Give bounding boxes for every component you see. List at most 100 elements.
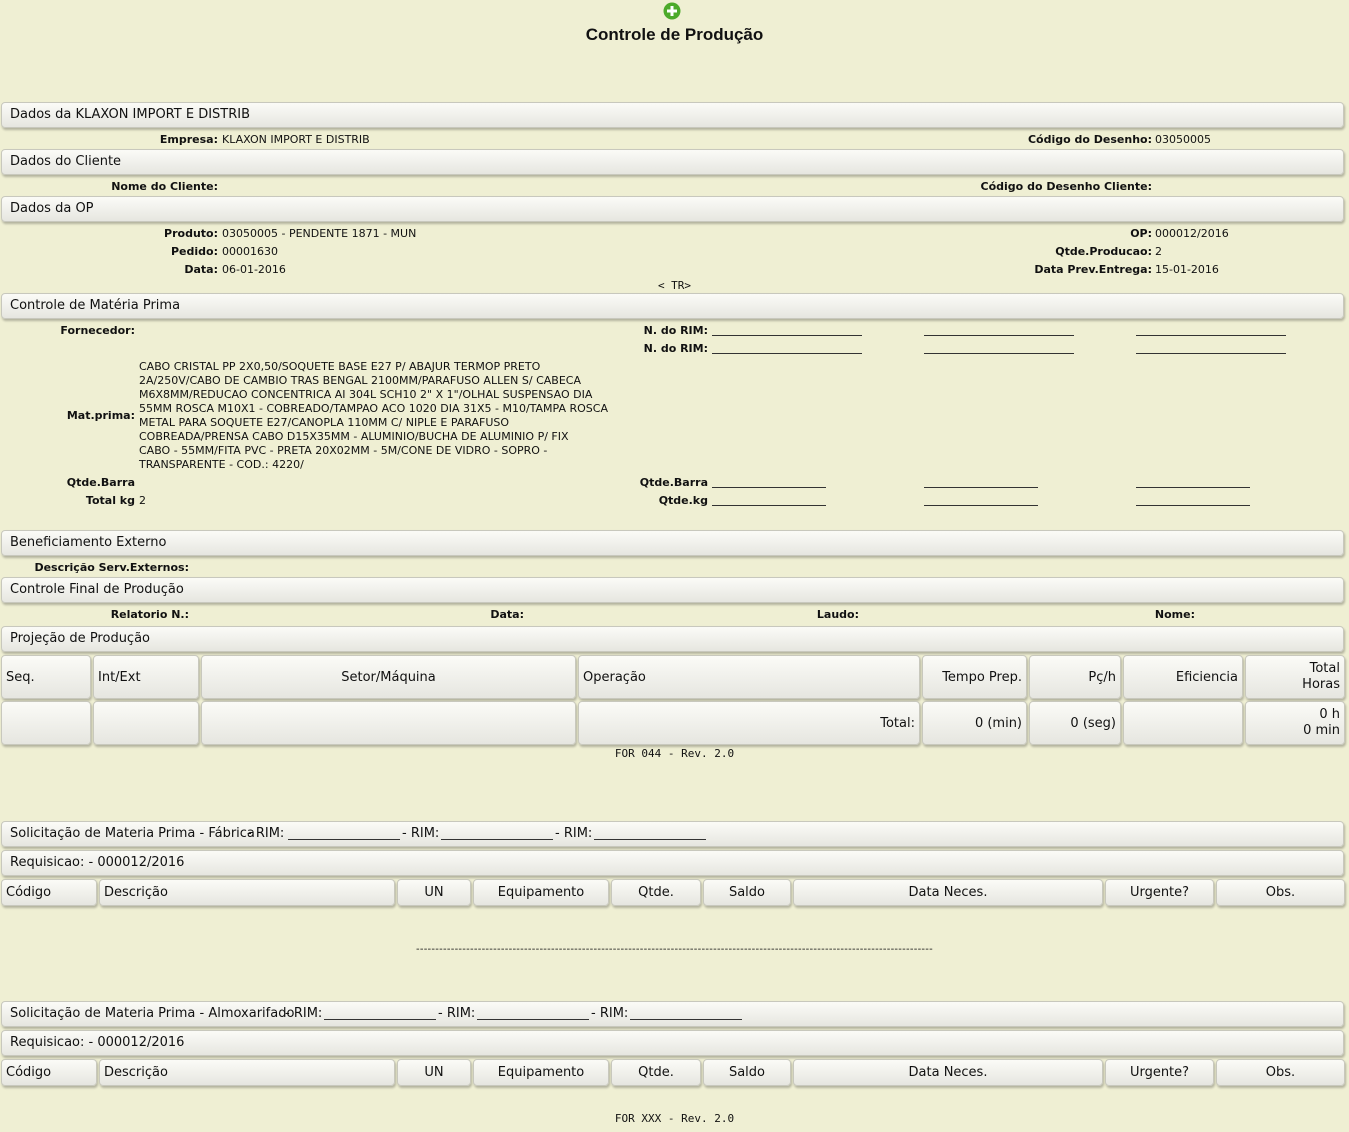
section-solicitacao-almox: Solicitação de Materia Prima - Almoxarif…: [1, 1001, 1344, 1027]
mat-line: 2A/250V/CABO DE CAMBIO TRAS BENGAL 2100M…: [139, 374, 581, 387]
qtde-kg-label: Qtde.kg: [658, 494, 708, 507]
almox-rim-label-3: - RIM:: [591, 1006, 629, 1021]
op-label: OP:: [1130, 227, 1152, 240]
total-row-setor: [201, 701, 576, 745]
req-almox-header-saldo: Saldo: [703, 1059, 791, 1086]
fabrica-rim-line-3[interactable]: [594, 839, 706, 840]
req-almox-header-data: Data Neces.: [793, 1059, 1103, 1086]
total-label: Total:: [578, 701, 920, 745]
header-total-horas-1: Total: [1309, 661, 1340, 676]
mat-line: CABO - 55MM/FITA PVC - PRETA 20X02MM - 5…: [139, 444, 548, 457]
nome-cliente-label: Nome do Cliente:: [111, 180, 218, 193]
almox-rim-line-2[interactable]: [477, 1019, 589, 1020]
tr-marker: < TR>: [657, 279, 692, 292]
laudo-label: Laudo:: [816, 608, 859, 621]
rim-line-1b[interactable]: [924, 335, 1074, 336]
mat-line: 55MM ROSCA M10X1 - COBREADO/TAMPAO ACO 1…: [139, 402, 608, 415]
req-fabrica-header-un: UN: [397, 879, 471, 906]
req-fabrica-header-obs: Obs.: [1216, 879, 1345, 906]
total-horas-h: 0 h: [1319, 707, 1340, 722]
header-eficiencia: Eficiencia: [1123, 655, 1243, 699]
produto-label: Produto:: [164, 227, 218, 240]
codigo-desenho-label: Código do Desenho:: [1027, 133, 1152, 146]
section-cliente: Dados do Cliente: [1, 149, 1344, 175]
req-almox-header-descricao: Descrição: [99, 1059, 395, 1086]
qtde-barra-line-b[interactable]: [924, 487, 1038, 488]
header-setor-maquina: Setor/Máquina: [201, 655, 576, 699]
total-pch: 0 (seg): [1029, 701, 1121, 745]
footer-for-xxx: FOR XXX - Rev. 2.0: [614, 1112, 735, 1125]
header-operacao: Operação: [578, 655, 920, 699]
rim-line-1a[interactable]: [712, 335, 862, 336]
req-almox-header-un: UN: [397, 1059, 471, 1086]
req-fabrica-header-codigo: Código: [1, 879, 97, 906]
almox-rim-label-2: - RIM:: [438, 1006, 476, 1021]
produto-value: 03050005 - PENDENTE 1871 - MUN: [222, 227, 417, 240]
total-horas-min: 0 min: [1303, 723, 1340, 738]
fabrica-rim-label-3: - RIM:: [555, 826, 593, 841]
mat-line: TRANSPARENTE - COD.: 4220/: [139, 458, 304, 471]
rim-line-2c[interactable]: [1136, 353, 1286, 354]
mat-prima-value: CABO CRISTAL PP 2X0,50/SOQUETE BASE E27 …: [139, 360, 608, 472]
fabrica-rim-line-1[interactable]: [288, 839, 400, 840]
req-almox-header-obs: Obs.: [1216, 1059, 1345, 1086]
descricao-servicos-label: Descrição Serv.Externos:: [34, 561, 189, 574]
qtde-kg-line-c[interactable]: [1136, 505, 1250, 506]
qtde-producao-label: Qtde.Producao:: [1055, 245, 1152, 258]
qtde-kg-line-a[interactable]: [712, 505, 826, 506]
almox-rim-line-1[interactable]: [324, 1019, 436, 1020]
qtde-barra-line-c[interactable]: [1136, 487, 1250, 488]
section-op: Dados da OP: [1, 196, 1344, 222]
separator-line: ----------------------------------------…: [415, 944, 934, 955]
data-entrega-value: 15-01-2016: [1155, 263, 1219, 276]
qtde-producao-value: 2: [1155, 245, 1162, 258]
total-horas: 0 h 0 min: [1245, 701, 1345, 745]
header-total-horas: Total Horas: [1245, 655, 1345, 699]
pedido-value: 00001630: [222, 245, 278, 258]
empresa-value: KLAXON IMPORT E DISTRIB: [222, 133, 370, 146]
mat-prima-label: Mat.prima:: [66, 409, 135, 422]
almox-rim-label-1: - RIM:: [285, 1006, 323, 1021]
rim-line-1c[interactable]: [1136, 335, 1286, 336]
requisicao-fabrica: Requisicao: - 000012/2016: [1, 850, 1344, 876]
add-icon[interactable]: [663, 2, 681, 20]
qtde-kg-line-b[interactable]: [924, 505, 1038, 506]
section-materia-prima: Controle de Matéria Prima: [1, 293, 1344, 319]
data-label: Data:: [184, 263, 218, 276]
rim-label-1: N. do RIM:: [643, 324, 708, 337]
total-tempo: 0 (min): [922, 701, 1027, 745]
mat-line: M6X8MM/REDUCAO CONCENTRICA AI 304L SCH10…: [139, 388, 593, 401]
controle-data-label: Data:: [490, 608, 524, 621]
total-kg-label: Total kg: [85, 494, 135, 507]
mat-line: COBREADA/PRENSA CABO D15X35MM - ALUMINIO…: [139, 430, 569, 443]
fabrica-rim-line-2[interactable]: [441, 839, 553, 840]
qtde-barra-label: Qtde.Barra: [66, 476, 135, 489]
fornecedor-label: Fornecedor:: [60, 324, 135, 337]
total-row-int-ext: [93, 701, 199, 745]
total-eficiencia: [1123, 701, 1243, 745]
codigo-desenho-value: 03050005: [1155, 133, 1211, 146]
nome-label: Nome:: [1154, 608, 1195, 621]
header-tempo-prep: Tempo Prep.: [922, 655, 1027, 699]
data-entrega-label: Data Prev.Entrega:: [1034, 263, 1152, 276]
footer-for-044: FOR 044 - Rev. 2.0: [614, 747, 735, 760]
section-empresa: Dados da KLAXON IMPORT E DISTRIB: [1, 102, 1344, 128]
req-fabrica-header-urgente: Urgente?: [1105, 879, 1214, 906]
section-solicitacao-fabrica: Solicitação de Materia Prima - Fábrica -…: [1, 821, 1344, 847]
rim-line-2a[interactable]: [712, 353, 862, 354]
solicitacao-almox-title: Solicitação de Materia Prima - Almoxarif…: [10, 1006, 295, 1021]
header-pch: Pç/h: [1029, 655, 1121, 699]
rim-line-2b[interactable]: [924, 353, 1074, 354]
fabrica-rim-label-2: - RIM:: [402, 826, 440, 841]
mat-line: METAL PARA SOQUETE E27/CANOPLA 110MM C/ …: [139, 416, 510, 429]
requisicao-almox: Requisicao: - 000012/2016: [1, 1030, 1344, 1056]
header-int-ext: Int/Ext: [93, 655, 199, 699]
page-title: Controle de Produção: [585, 25, 764, 44]
mat-line: CABO CRISTAL PP 2X0,50/SOQUETE BASE E27 …: [139, 360, 541, 373]
data-value: 06-01-2016: [222, 263, 286, 276]
almox-rim-line-3[interactable]: [630, 1019, 742, 1020]
req-fabrica-header-qtde: Qtde.: [611, 879, 701, 906]
qtde-barra-line-a[interactable]: [712, 487, 826, 488]
header-seq: Seq.: [1, 655, 91, 699]
total-row-seq: [1, 701, 91, 745]
